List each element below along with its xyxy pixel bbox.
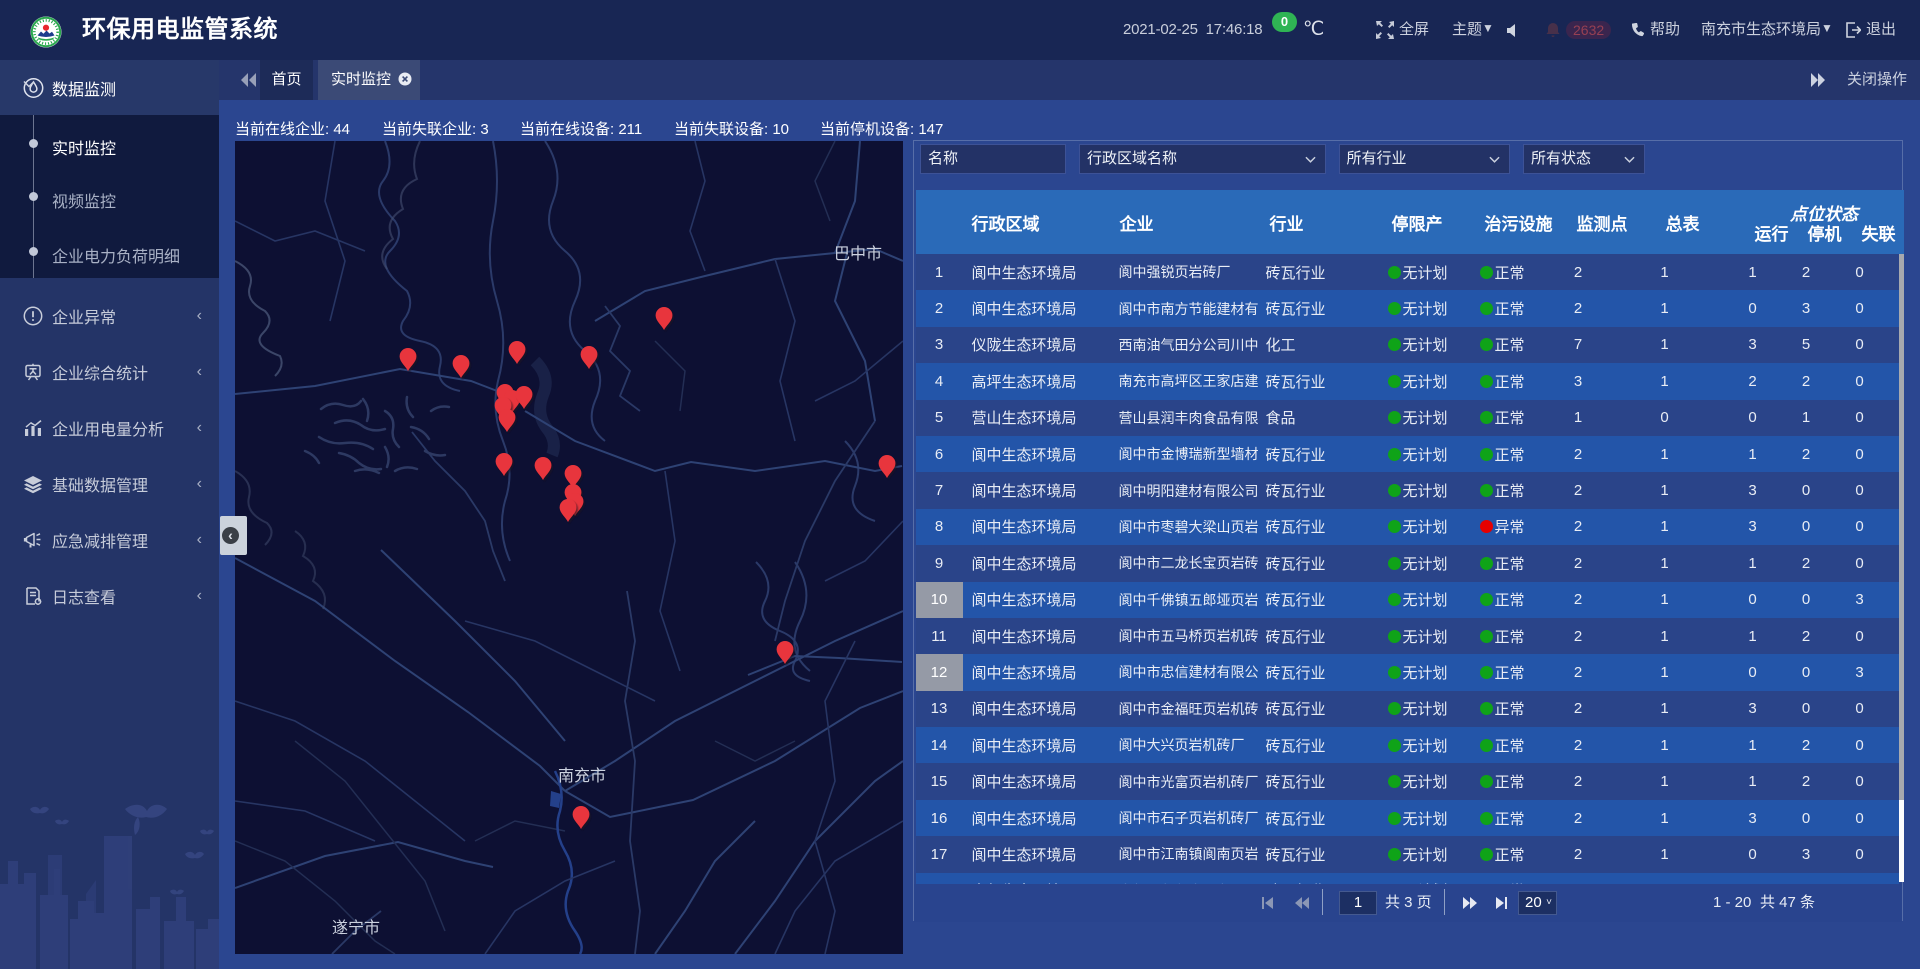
svg-text:遂宁市: 遂宁市 — [332, 919, 380, 937]
svg-text:巴中市: 巴中市 — [834, 245, 882, 263]
svg-text:南充市: 南充市 — [558, 767, 606, 785]
